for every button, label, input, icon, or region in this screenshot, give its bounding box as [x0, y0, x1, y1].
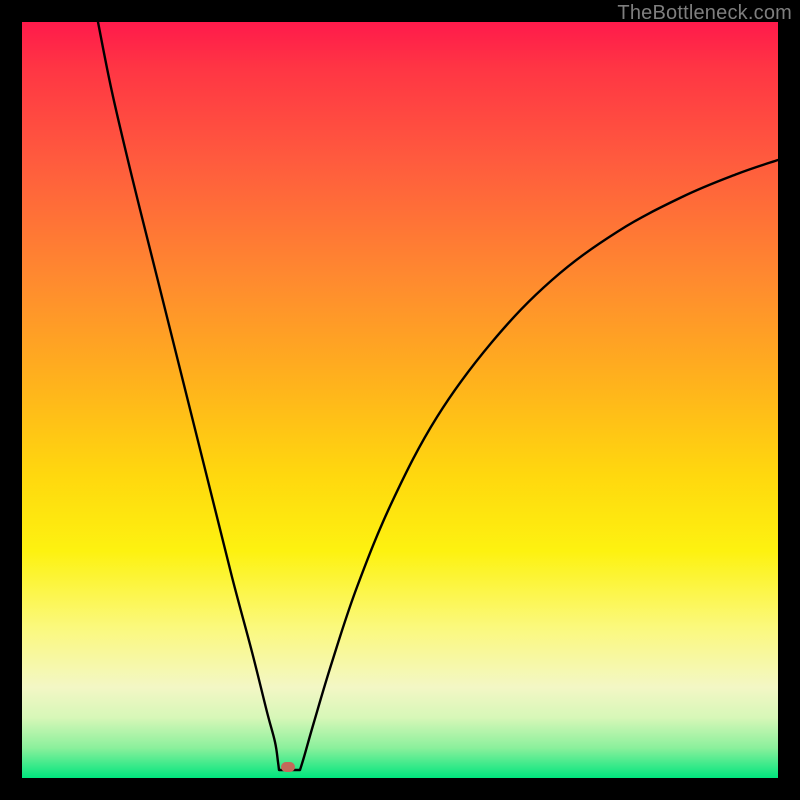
chart-plot-area — [22, 22, 778, 778]
optimum-marker — [281, 762, 295, 772]
bottleneck-curve — [22, 22, 778, 778]
watermark-text: TheBottleneck.com — [617, 2, 792, 25]
